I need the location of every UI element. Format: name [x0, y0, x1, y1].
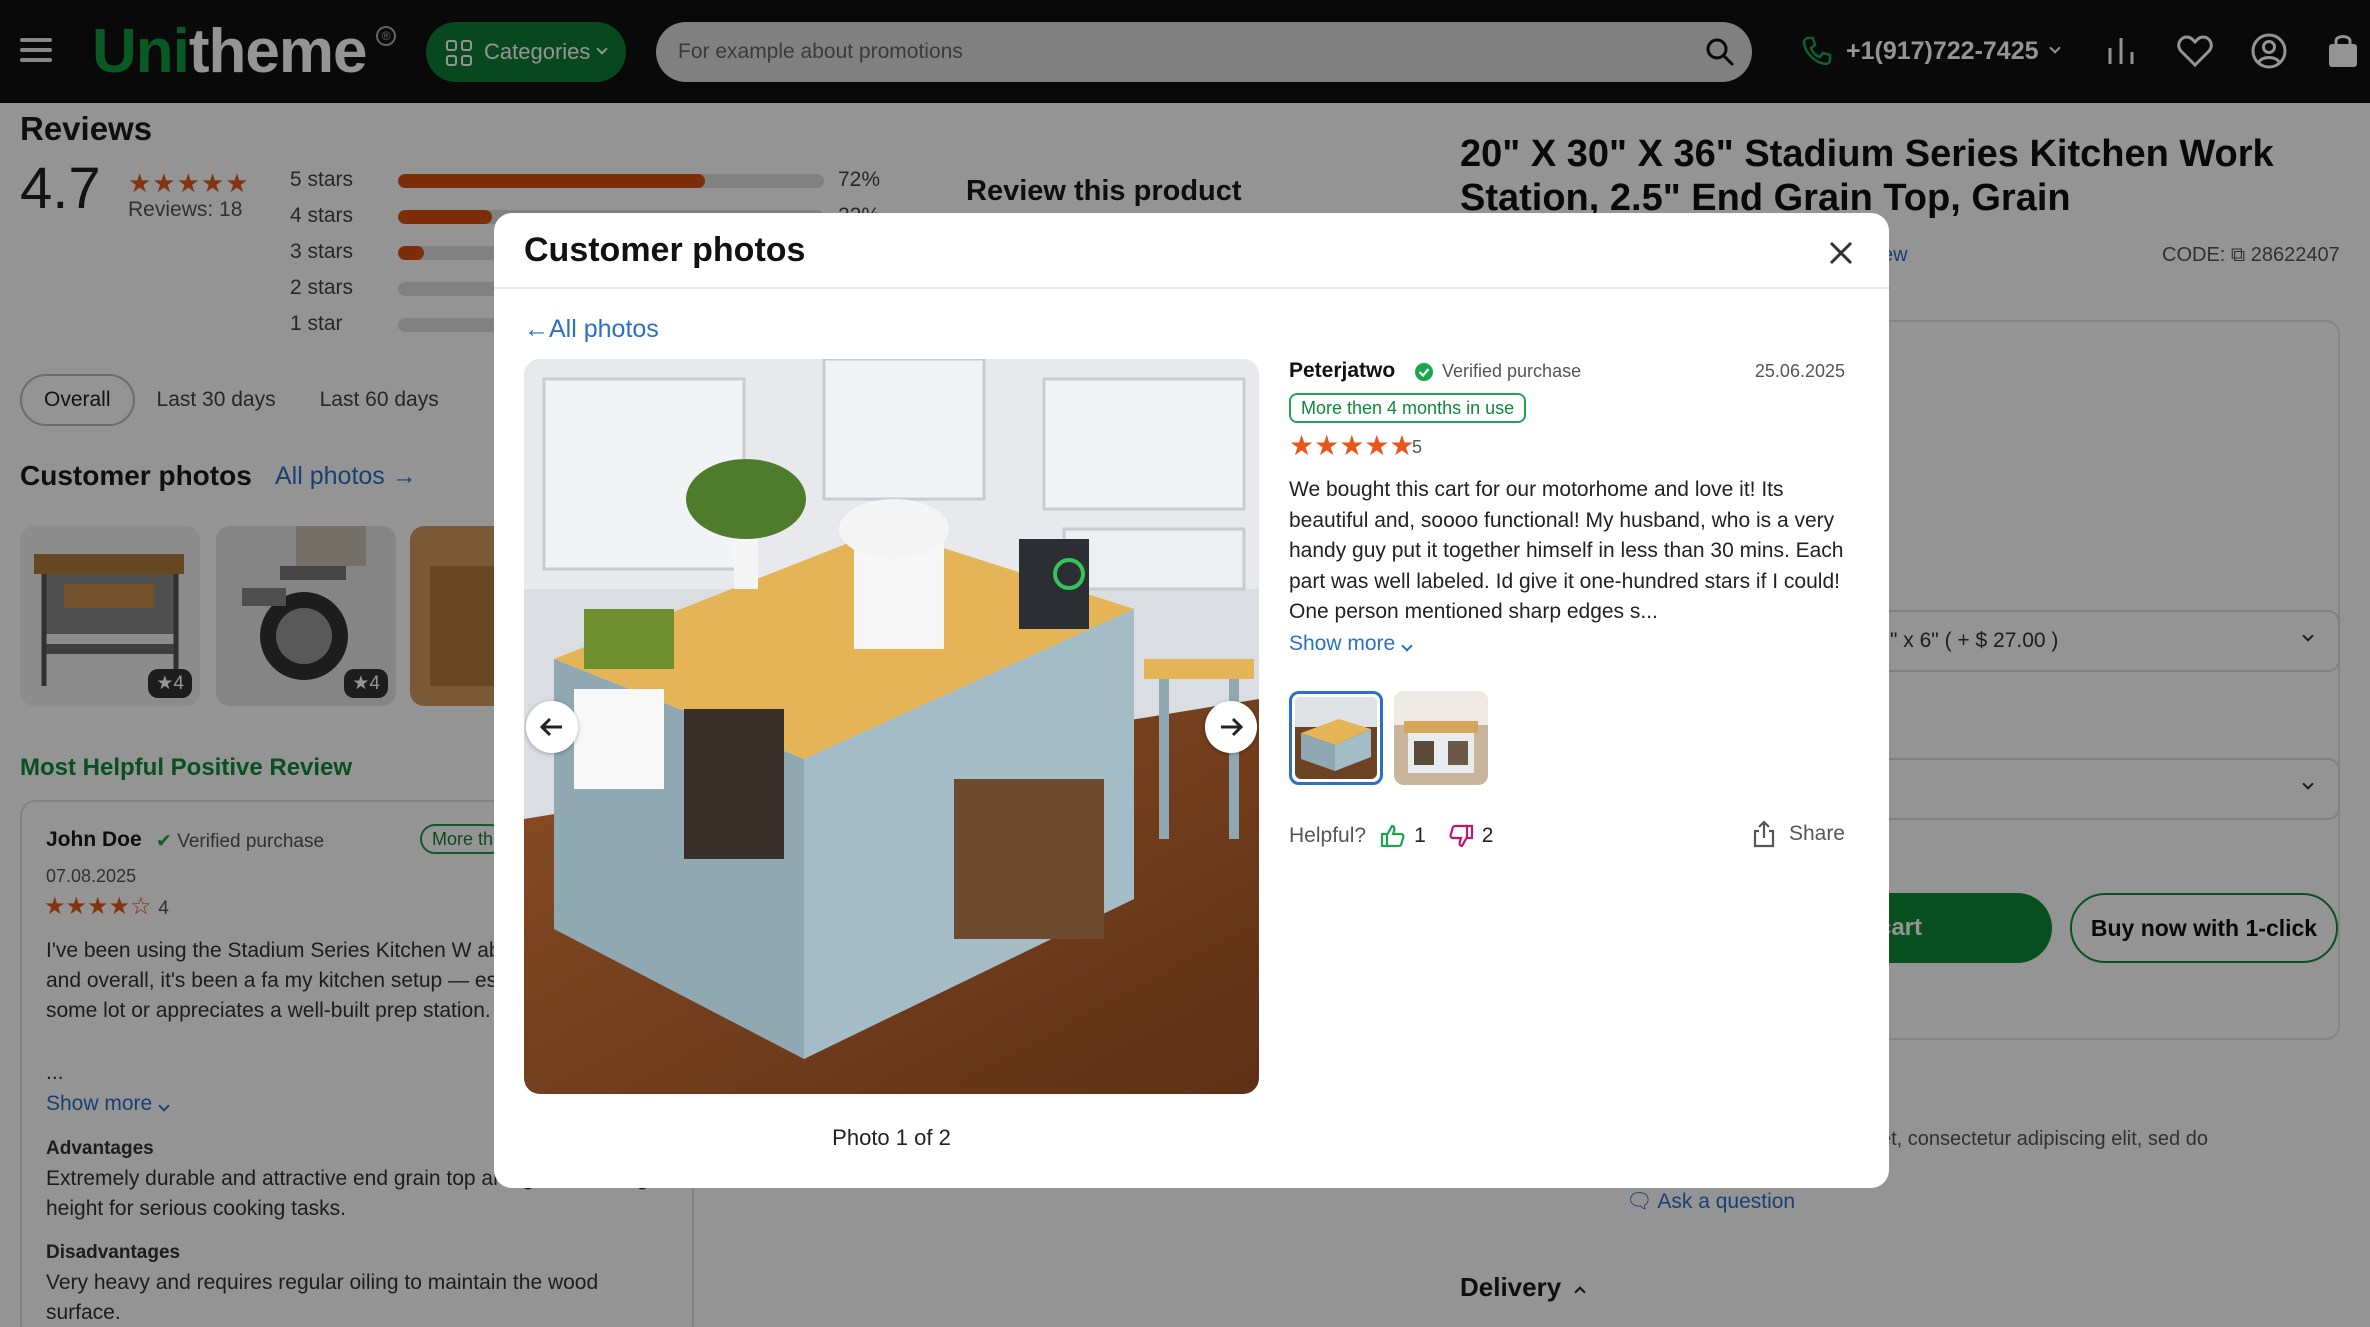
- photo-counter: Photo 1 of 2: [832, 1125, 951, 1150]
- close-icon[interactable]: [1823, 235, 1859, 271]
- review-photo-thumbnail-2[interactable]: [1394, 691, 1488, 785]
- chevron-down-icon: [1401, 640, 1413, 652]
- thumbs-down-icon[interactable]: [1448, 823, 1474, 849]
- dislikes-count: 2: [1481, 824, 1494, 847]
- kitchen-island-photo: [524, 359, 1259, 1094]
- usage-pill: More then 4 months in use: [1289, 393, 1527, 423]
- thumbs-up-icon[interactable]: [1380, 823, 1406, 849]
- review-stars: ★★★★★: [1289, 430, 1415, 461]
- review-text: We bought this cart for our motorhome an…: [1289, 478, 1844, 623]
- verified-label: Verified purchase: [1414, 361, 1581, 382]
- share-icon: [1753, 820, 1775, 848]
- likes-count: 1: [1414, 824, 1426, 847]
- review-date: 25.06.2025: [1754, 361, 1845, 381]
- thumbnail-image: [1394, 691, 1488, 785]
- share-button[interactable]: Share: [1751, 820, 1845, 848]
- modal-title: Customer photos: [524, 231, 806, 269]
- review-photo-thumbnail-1[interactable]: [1289, 691, 1383, 785]
- reviewer-name: Peterjatwo: [1289, 359, 1396, 382]
- review-rating: 5: [1412, 437, 1423, 457]
- arrow-left-icon: ←: [524, 315, 549, 343]
- arrow-left-icon[interactable]: [526, 701, 578, 753]
- back-to-all-photos[interactable]: ←All photos: [524, 315, 659, 344]
- arrow-right-icon[interactable]: [1205, 701, 1257, 753]
- show-more-link[interactable]: Show more: [1289, 632, 1413, 656]
- helpful-votes: Helpful? 1 2: [1289, 823, 1494, 849]
- main-photo: [524, 359, 1259, 1094]
- thumbnail-image: [1295, 697, 1377, 779]
- modal-divider: [494, 287, 1889, 289]
- customer-photos-modal: Customer photos ←All photos Photo 1 of 2…: [494, 213, 1889, 1188]
- check-badge-icon: [1415, 362, 1433, 381]
